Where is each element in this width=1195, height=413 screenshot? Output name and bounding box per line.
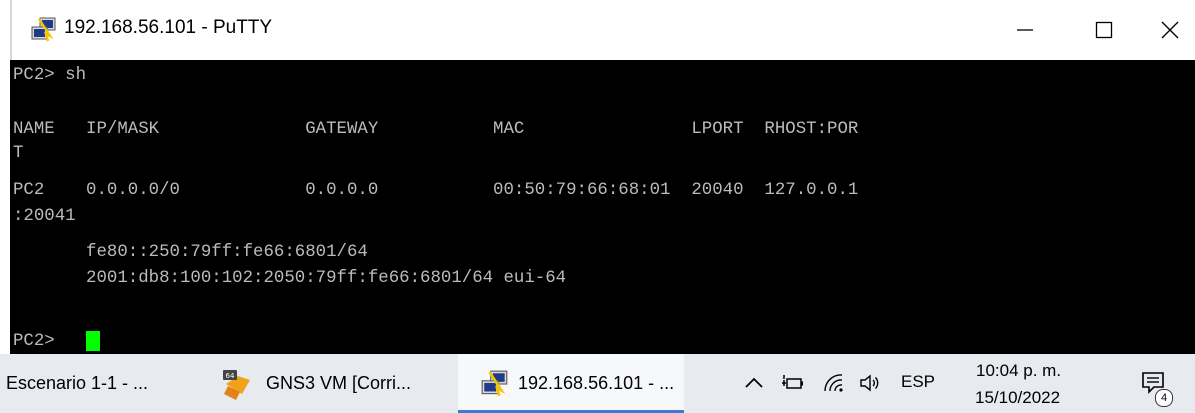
- taskbar-item-label: GNS3 VM [Corri...: [266, 373, 412, 393]
- language-indicator[interactable]: ESP: [901, 372, 935, 392]
- window-border: [10, 0, 12, 60]
- taskbar-item-gns3-vm[interactable]: 64 GNS3 VM [Corri...: [215, 354, 455, 413]
- window-titlebar[interactable]: 192.168.56.101 - PuTTY: [0, 0, 1195, 60]
- terminal-line: PC2 0.0.0.0/0 0.0.0.0 00:50:79:66:68:01 …: [13, 181, 859, 200]
- maximize-icon: [1095, 21, 1113, 39]
- terminal-line: fe80::250:79ff:fe66:6801/64: [13, 243, 368, 262]
- virtualbox-icon: 64: [223, 369, 250, 400]
- terminal-line: 2001:db8:100:102:2050:79ff:fe66:6801/64 …: [13, 269, 567, 288]
- chevron-up-icon[interactable]: [742, 371, 766, 395]
- taskbar-item-label: 192.168.56.101 - ...: [518, 373, 675, 393]
- terminal-line: T: [13, 144, 24, 163]
- close-button[interactable]: [1140, 0, 1195, 60]
- taskbar: Escenario 1-1 - ... 64 GNS3 VM [Corri...…: [0, 354, 1195, 413]
- clock-time: 10:04 p. m.: [976, 361, 1062, 380]
- svg-text:64: 64: [226, 372, 235, 380]
- taskbar-item-escenario[interactable]: Escenario 1-1 - ...: [0, 354, 211, 413]
- terminal-screen[interactable]: PC2> sh NAME IP/MASK GATEWAY MAC LPORT R…: [10, 60, 1195, 354]
- putty-icon: [481, 370, 508, 396]
- minimize-icon: [1017, 29, 1033, 31]
- terminal-line: PC2>: [13, 332, 66, 351]
- taskbar-item-label: Escenario 1-1 - ...: [6, 373, 149, 393]
- notification-count-badge: 4: [1155, 389, 1173, 407]
- clock[interactable]: 10:04 p. m. 15/10/2022: [966, 354, 1076, 413]
- terminal-cursor: [86, 331, 100, 351]
- window-title: 192.168.56.101 - PuTTY: [64, 17, 273, 38]
- putty-icon: [31, 17, 56, 42]
- terminal-line: :20041: [13, 207, 76, 226]
- wifi-icon[interactable]: [822, 371, 846, 395]
- maximize-button[interactable]: [1074, 0, 1134, 60]
- clock-date: 15/10/2022: [975, 388, 1061, 407]
- terminal-line: NAME IP/MASK GATEWAY MAC LPORT RHOST:POR: [13, 120, 859, 139]
- battery-plug-icon[interactable]: [780, 371, 804, 395]
- minimize-button[interactable]: [995, 0, 1055, 60]
- terminal-line: PC2> sh: [13, 66, 87, 85]
- close-icon: [1161, 21, 1179, 39]
- taskbar-item-putty[interactable]: 192.168.56.101 - ...: [458, 354, 684, 413]
- volume-icon[interactable]: [858, 371, 882, 395]
